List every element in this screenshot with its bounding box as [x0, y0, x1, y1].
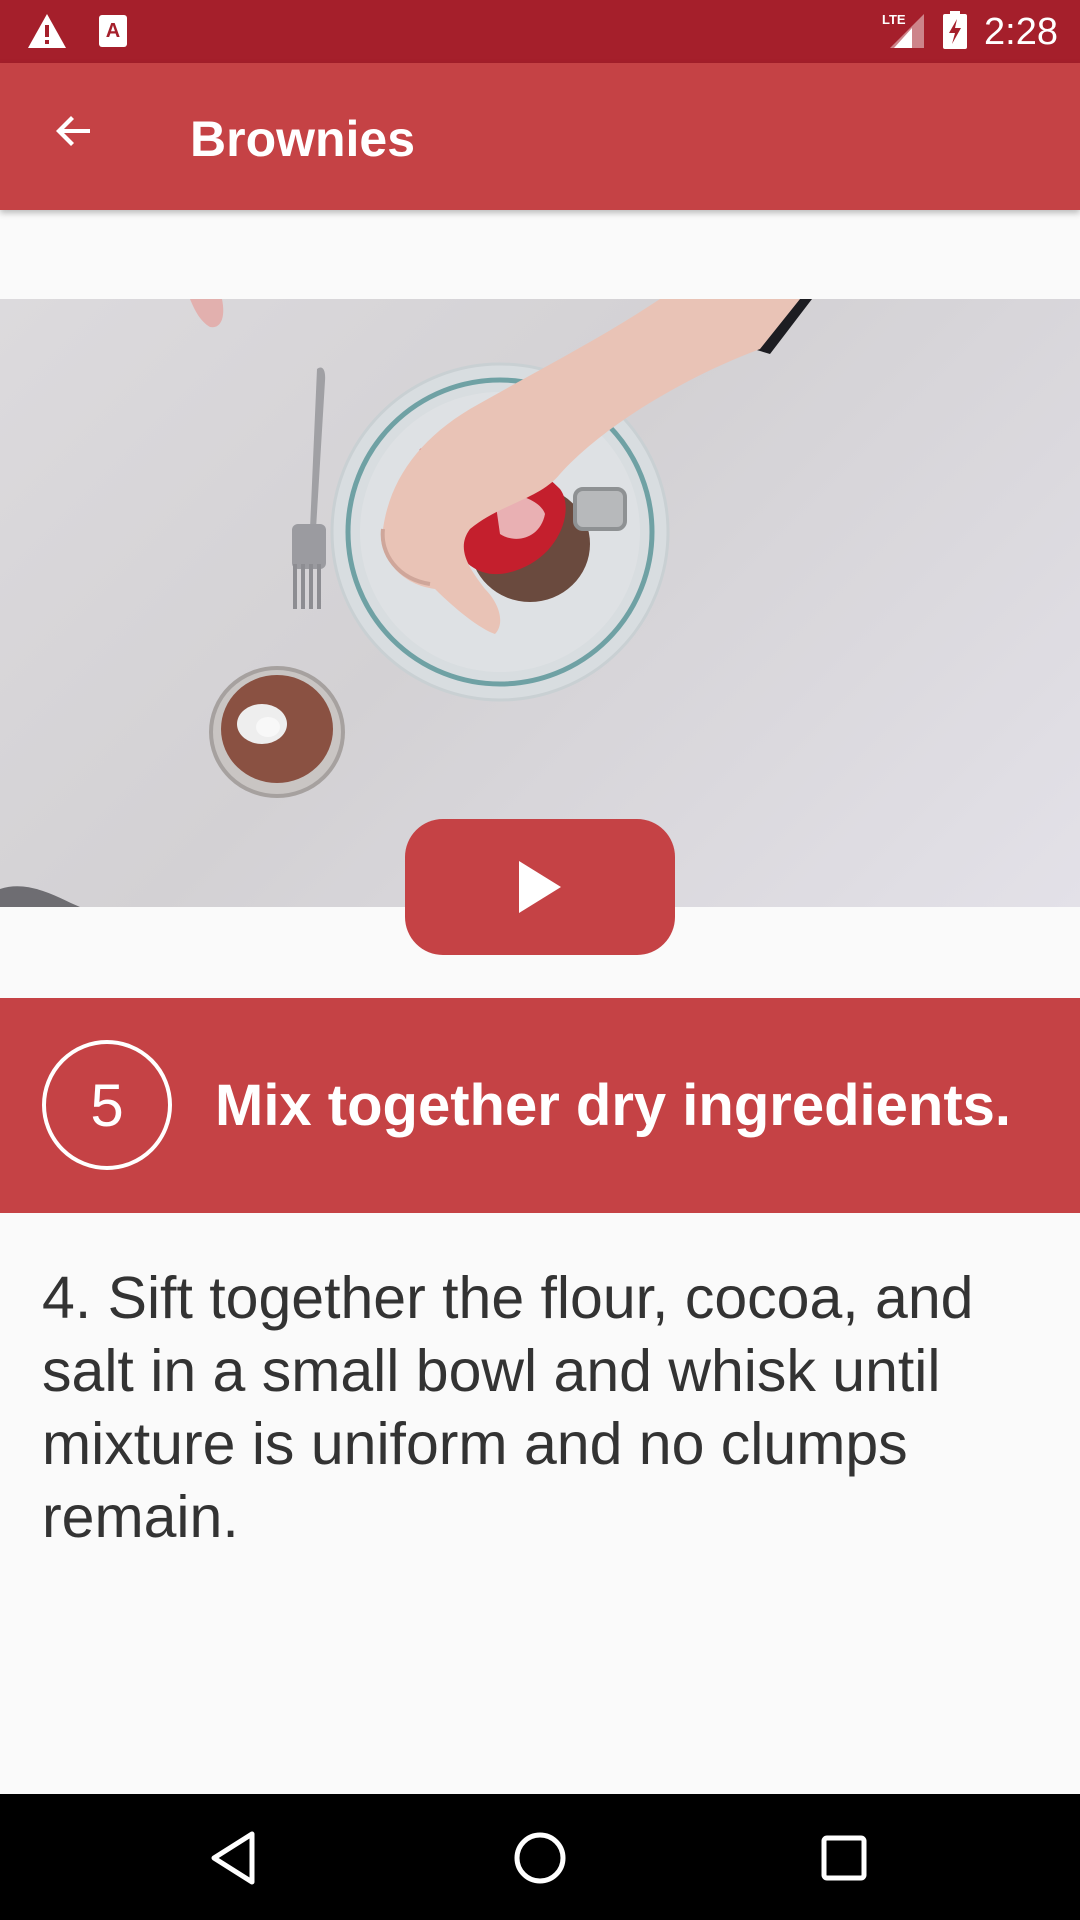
warning-icon [26, 12, 68, 55]
nav-back-button[interactable] [204, 1826, 268, 1890]
app-bar: Brownies [0, 63, 1080, 210]
signal-icon: LTE [880, 10, 926, 55]
nav-home-icon [514, 1832, 566, 1884]
battery-charging-icon [942, 10, 968, 55]
svg-text:LTE: LTE [882, 12, 906, 27]
nav-home-button[interactable] [508, 1826, 572, 1890]
svg-text:A: A [106, 20, 120, 42]
play-icon [519, 861, 561, 913]
status-bar: A LTE 2:28 [0, 0, 1080, 63]
app-notification-icon: A [98, 14, 128, 53]
status-right-icons: LTE 2:28 [880, 8, 1058, 56]
step-header: 5 Mix together dry ingredients. [0, 998, 1080, 1213]
back-button[interactable] [46, 103, 102, 159]
page-title: Brownies [190, 111, 416, 167]
nav-recents-icon [821, 1835, 867, 1881]
nav-back-icon [211, 1831, 255, 1885]
video-frame-image [0, 299, 812, 907]
step-number-badge: 5 [42, 1040, 172, 1170]
video-thumbnail[interactable] [0, 299, 1080, 907]
status-time: 2:28 [984, 11, 1058, 53]
navigation-bar [0, 1794, 1080, 1920]
arrow-back-icon [56, 116, 90, 146]
instruction-text: 4. Sift together the flour, cocoa, and s… [42, 1265, 974, 1550]
play-button[interactable] [405, 819, 675, 955]
step-title: Mix together dry ingredients. [215, 1073, 1011, 1138]
step-number: 5 [90, 1071, 124, 1139]
nav-recents-button[interactable] [812, 1826, 876, 1890]
status-left-icons: A [26, 12, 128, 55]
